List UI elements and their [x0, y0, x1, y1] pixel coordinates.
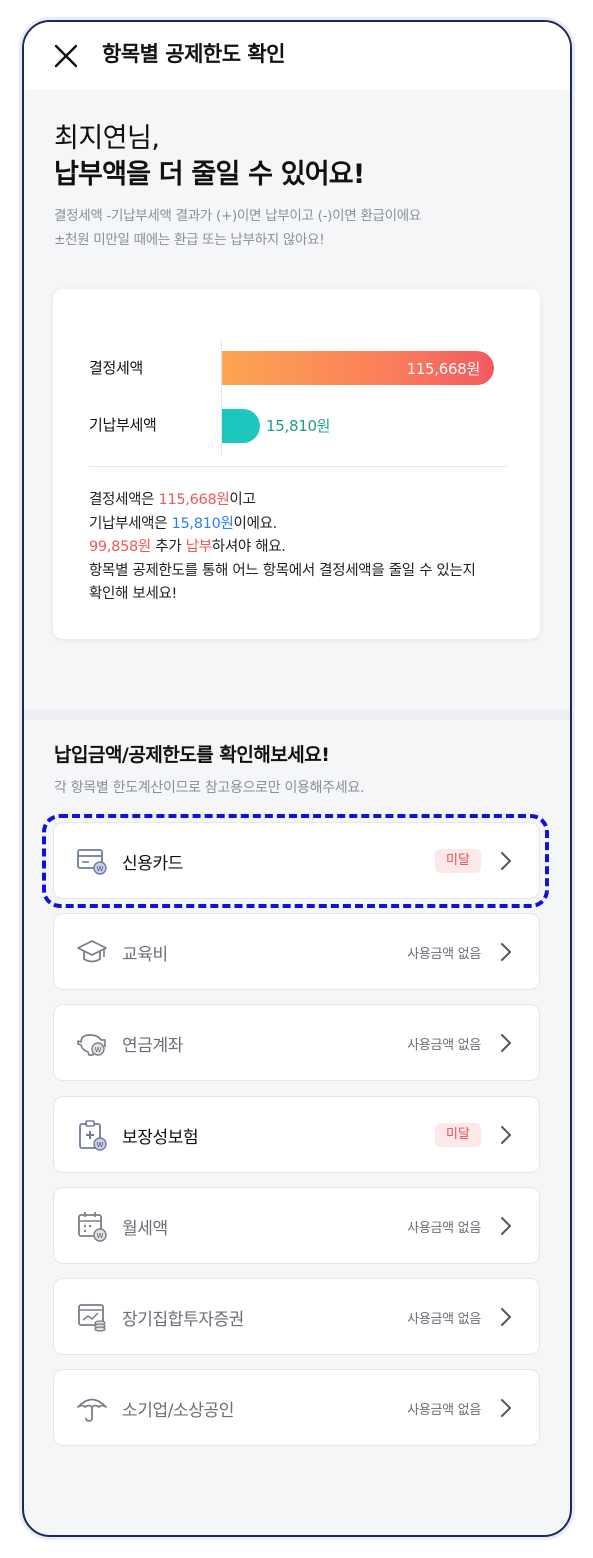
- deduction-item[interactable]: W 월세액 사용금액 없음: [53, 1186, 540, 1264]
- clipboard-medical-icon: W: [76, 1119, 108, 1151]
- close-icon[interactable]: [52, 42, 80, 70]
- svg-text:W: W: [97, 1142, 104, 1149]
- status-badge: 미달: [435, 849, 481, 873]
- desc-text: 항목별 공제한도를 통해 어느 항목에서 결정세액을 줄일 수 있는지: [89, 562, 476, 579]
- notice-line-2: ±천원 미만일 때에는 환급 또는 납부하지 않아요!: [54, 232, 325, 248]
- status-text: 사용금액 없음: [407, 1038, 481, 1054]
- svg-text:W: W: [95, 1047, 102, 1054]
- desc-decided-value: 115,668원: [158, 492, 230, 508]
- calendar-icon: W: [76, 1210, 108, 1242]
- card-divider: [89, 466, 507, 467]
- deduction-item[interactable]: 소기업/소상공인 사용금액 없음: [53, 1369, 540, 1447]
- deduction-item[interactable]: W 신용카드 미달: [53, 822, 540, 899]
- decided-tax-bar-value: 115,668원: [406, 360, 481, 378]
- status-text: 사용금액 없음: [407, 1312, 481, 1327]
- chevron-right-icon: [499, 1398, 513, 1418]
- notice-line-1: 결정세액 -기납부세액 결과가 (+)이면 납부이고 (-)이면 환급이에요: [54, 208, 421, 224]
- deduction-item-label: 월세액: [122, 1218, 168, 1239]
- deduction-item-label: 연금계좌: [122, 1036, 183, 1057]
- prepaid-tax-bar: [222, 409, 260, 443]
- status-text: 사용금액 없음: [407, 947, 481, 963]
- desc-text: 결정세액은: [89, 492, 159, 508]
- greeting-headline: 납부액을 더 줄일 수 있어요!: [54, 159, 365, 190]
- status-badge: 미달: [435, 1122, 481, 1147]
- deduction-item-label: 보장성보험: [122, 1127, 199, 1148]
- desc-payment-word: 납부: [185, 539, 212, 555]
- svg-text:W: W: [97, 1233, 104, 1240]
- piggy-bank-icon: W: [76, 1027, 108, 1059]
- deduction-item-label: 장기집합투자증권: [122, 1310, 244, 1330]
- chevron-right-icon: [499, 942, 513, 962]
- chevron-right-icon: [499, 1125, 513, 1145]
- prepaid-tax-label: 기납부세액: [89, 416, 157, 434]
- phone-frame: 항목별 공제한도 확인 최지연님, 납부액을 더 줄일 수 있어요! 결정세액 …: [22, 20, 572, 1537]
- desc-prepaid-value: 15,810원: [171, 515, 234, 532]
- desc-text: 확인해 보세요!: [89, 586, 178, 602]
- chevron-right-icon: [499, 1307, 513, 1327]
- desc-additional-value: 99,858원: [89, 539, 151, 555]
- greeting-name: 최지연님,: [54, 123, 160, 154]
- section-title: 납입금액/공제한도를 확인해보세요!: [54, 744, 330, 766]
- top-bar: 항목별 공제한도 확인: [24, 22, 570, 90]
- deduction-item[interactable]: 장기집합투자증권 사용금액 없음: [53, 1278, 540, 1355]
- desc-text: 이고: [229, 492, 256, 508]
- page-title: 항목별 공제한도 확인: [102, 42, 286, 66]
- chevron-right-icon: [499, 1216, 513, 1236]
- desc-text: 이에요.: [233, 515, 278, 532]
- status-text: 사용금액 없음: [407, 1220, 481, 1236]
- desc-text: 기납부세액은: [89, 515, 172, 532]
- summary-description: 결정세액은 115,668원이고 기납부세액은 15,810원이에요. 99,8…: [89, 489, 509, 607]
- deduction-item-label: 소기업/소상공인: [122, 1401, 235, 1422]
- deduction-item[interactable]: W 보장성보험 미달: [53, 1095, 540, 1173]
- deduction-item-label: 교육비: [122, 945, 168, 966]
- svg-text:W: W: [97, 866, 104, 873]
- desc-text: 추가: [150, 539, 186, 555]
- desc-text: 하셔야 해요.: [211, 539, 286, 555]
- graduation-cap-icon: [76, 936, 108, 968]
- status-text: 사용금액 없음: [407, 1403, 481, 1419]
- chevron-right-icon: [499, 851, 513, 871]
- deduction-item[interactable]: 교육비 사용금액 없음: [53, 913, 540, 991]
- tax-summary-card: 결정세액 기납부세액 115,668원 15,810원 결정세액은 115,66…: [53, 289, 540, 639]
- deduction-item[interactable]: W 연금계좌 사용금액 없음: [53, 1004, 540, 1082]
- decided-tax-label: 결정세액: [89, 359, 144, 377]
- credit-card-icon: W: [76, 845, 108, 877]
- decided-tax-bar: 115,668원: [222, 351, 494, 385]
- umbrella-icon: [76, 1392, 108, 1424]
- prepaid-tax-bar-value: 15,810원: [266, 417, 331, 435]
- deduction-item-label: 신용카드: [122, 854, 183, 874]
- section-divider: [24, 710, 570, 720]
- chevron-right-icon: [499, 1033, 513, 1053]
- investment-icon: [76, 1301, 108, 1333]
- section-subtitle: 각 항목별 한도계산이므로 참고용으로만 이용해주세요.: [54, 780, 365, 796]
